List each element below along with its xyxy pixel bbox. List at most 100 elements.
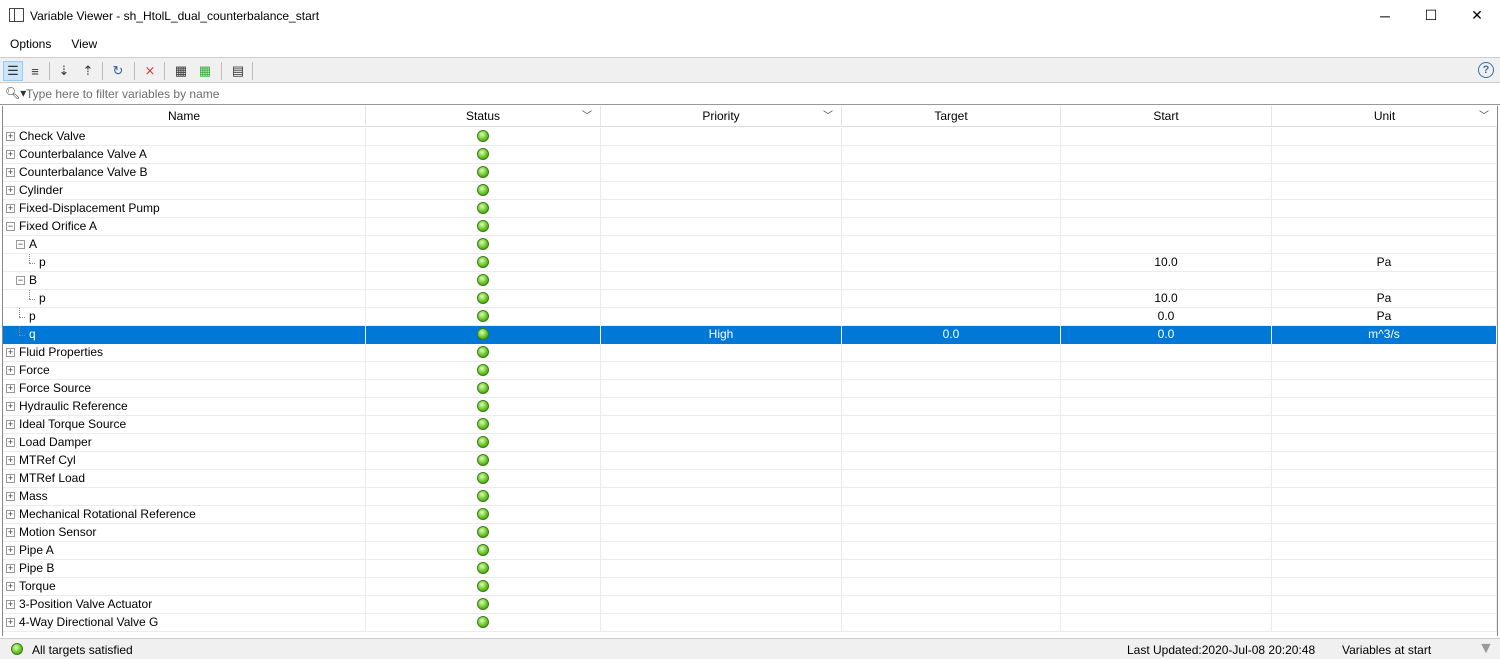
clear-filter-icon[interactable]: ⨯ <box>140 61 160 81</box>
save-layout-icon[interactable]: ▤ <box>228 61 248 81</box>
column-header-start[interactable]: Start <box>1061 106 1272 127</box>
column-header-status[interactable]: Status ﹀ <box>366 106 601 127</box>
start-cell <box>1061 200 1272 218</box>
unit-cell <box>1272 128 1497 146</box>
expand-icon[interactable]: + <box>6 348 15 357</box>
expand-icon[interactable]: + <box>6 366 15 375</box>
expand-icon[interactable]: + <box>6 510 15 519</box>
table-row[interactable]: + Torque <box>3 578 1497 596</box>
table-row[interactable]: p 10.0 Pa <box>3 290 1497 308</box>
target-cell <box>842 578 1061 596</box>
name-cell: + Fixed-Displacement Pump <box>3 200 366 218</box>
tree-line <box>29 290 30 299</box>
chevron-down-icon[interactable]: ﹀ <box>582 106 592 127</box>
target-cell <box>842 128 1061 146</box>
remove-column-icon[interactable]: ▦ <box>171 61 191 81</box>
table-row[interactable]: +3-Position Valve Actuator <box>3 596 1497 614</box>
expand-icon[interactable]: + <box>6 618 15 627</box>
table-row[interactable]: p 10.0 Pa <box>3 254 1497 272</box>
table-row[interactable]: − B <box>3 272 1497 290</box>
menu-view[interactable]: View <box>61 33 107 55</box>
expand-icon[interactable]: + <box>6 582 15 591</box>
menu-options[interactable]: Options <box>0 33 61 55</box>
table-row[interactable]: + Mechanical Rotational Reference <box>3 506 1497 524</box>
table-row[interactable]: + Motion Sensor <box>3 524 1497 542</box>
table-row[interactable]: + Force Source <box>3 380 1497 398</box>
priority-cell <box>601 434 842 452</box>
expand-icon[interactable]: + <box>6 420 15 429</box>
help-icon[interactable]: ? <box>1478 62 1494 78</box>
expand-icon[interactable]: + <box>6 186 15 195</box>
filter-icon[interactable]: ▼ <box>1478 640 1494 658</box>
sort-up-icon[interactable]: ⇡ <box>78 61 98 81</box>
table-row[interactable]: + MTRef Cyl <box>3 452 1497 470</box>
separator <box>102 62 103 80</box>
minimize-button[interactable]: ─ <box>1362 0 1408 31</box>
name-cell: + Motion Sensor <box>3 524 366 542</box>
tree-view-icon[interactable]: ☰ <box>3 61 23 81</box>
expand-icon[interactable]: + <box>6 456 15 465</box>
expand-icon[interactable]: + <box>6 204 15 213</box>
expand-icon[interactable]: + <box>6 528 15 537</box>
expand-icon[interactable]: + <box>6 402 15 411</box>
expand-icon[interactable]: + <box>6 546 15 555</box>
filter-input[interactable] <box>26 86 1486 102</box>
flat-list-icon[interactable]: ≡ <box>25 61 45 81</box>
sort-down-icon[interactable]: ⇣ <box>54 61 74 81</box>
table-row[interactable]: q High 0.0 0.0 m^3/s <box>3 326 1497 344</box>
table-row[interactable]: + Cylinder <box>3 182 1497 200</box>
target-cell <box>842 434 1061 452</box>
table-row[interactable]: + Counterbalance Valve A <box>3 146 1497 164</box>
last-updated: Last Updated:2020-Jul-08 20:20:48 <box>1127 643 1316 657</box>
expand-icon[interactable]: + <box>6 384 15 393</box>
collapse-icon[interactable]: − <box>16 240 25 249</box>
toolbar: ☰ ≡ ⇣ ⇡ ↻ ⨯ ▦ ▦ ▤ ? <box>0 57 1500 83</box>
column-header-unit[interactable]: Unit ﹀ <box>1272 106 1497 127</box>
add-column-icon[interactable]: ▦ <box>195 61 215 81</box>
table-row[interactable]: − A <box>3 236 1497 254</box>
collapse-icon[interactable]: − <box>16 276 25 285</box>
table-row[interactable]: + Force <box>3 362 1497 380</box>
table-row[interactable]: + Hydraulic Reference <box>3 398 1497 416</box>
name-cell: + Force <box>3 362 366 380</box>
start-cell <box>1061 596 1272 614</box>
chevron-down-icon[interactable]: ﹀ <box>823 106 833 127</box>
table-row[interactable]: + Fluid Properties <box>3 344 1497 362</box>
table-row[interactable]: + MTRef Load <box>3 470 1497 488</box>
collapse-icon[interactable]: − <box>6 222 15 231</box>
expand-icon[interactable]: + <box>6 474 15 483</box>
maximize-button[interactable]: ☐ <box>1408 0 1454 31</box>
table-row[interactable]: + Pipe B <box>3 560 1497 578</box>
table-row[interactable]: + Ideal Torque Source <box>3 416 1497 434</box>
expand-icon[interactable]: + <box>6 150 15 159</box>
table-row[interactable]: + Check Valve <box>3 128 1497 146</box>
column-header-priority[interactable]: Priority ﹀ <box>601 106 842 127</box>
table-row[interactable]: p 0.0 Pa <box>3 308 1497 326</box>
priority-cell <box>601 398 842 416</box>
status-ok-icon <box>477 525 489 538</box>
search-icon[interactable]: 🔍︎▾ <box>5 86 26 100</box>
table-row[interactable]: + Mass <box>3 488 1497 506</box>
expand-icon[interactable]: + <box>6 168 15 177</box>
expand-icon[interactable]: + <box>6 438 15 447</box>
table-row[interactable]: + Pipe A <box>3 542 1497 560</box>
status-cell <box>366 560 601 578</box>
close-button[interactable]: ✕ <box>1454 0 1500 31</box>
table-row[interactable]: + Load Damper <box>3 434 1497 452</box>
table-row[interactable]: − Fixed Orifice A <box>3 218 1497 236</box>
table-row[interactable]: +4-Way Directional Valve G <box>3 614 1497 632</box>
chevron-down-icon[interactable]: ﹀ <box>1479 106 1489 127</box>
column-header-name[interactable]: Name <box>3 106 366 127</box>
table-row[interactable]: + Counterbalance Valve B <box>3 164 1497 182</box>
expand-icon[interactable]: + <box>6 132 15 141</box>
unit-cell <box>1272 416 1497 434</box>
expand-icon[interactable]: + <box>6 564 15 573</box>
expand-icon[interactable]: + <box>6 492 15 501</box>
refresh-icon[interactable]: ↻ <box>108 61 128 81</box>
table-row[interactable]: + Fixed-Displacement Pump <box>3 200 1497 218</box>
status-cell <box>366 308 601 326</box>
status-ok-icon <box>477 219 489 232</box>
expand-icon[interactable]: + <box>6 600 15 609</box>
unit-cell <box>1272 380 1497 398</box>
column-header-target[interactable]: Target <box>842 106 1061 127</box>
